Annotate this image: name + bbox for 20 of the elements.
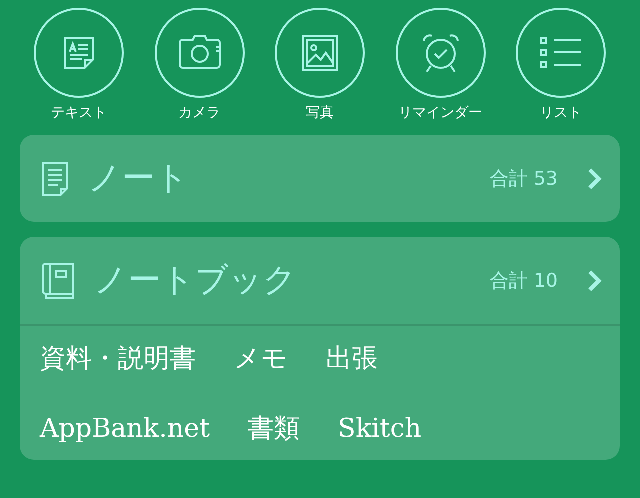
count-label: 合計 10 xyxy=(490,268,558,294)
alarm-clock-icon xyxy=(420,33,460,73)
section-title: ノートブック xyxy=(94,259,298,301)
camera-icon xyxy=(178,35,222,71)
count-label: 合計 53 xyxy=(490,166,558,192)
notebook-link[interactable]: 資料・説明書 xyxy=(40,344,196,374)
notebook-link[interactable]: メモ xyxy=(234,344,288,374)
chevron-icon xyxy=(588,168,602,190)
notebook-link[interactable]: Skitch xyxy=(338,414,422,444)
section-title: ノート xyxy=(88,157,190,199)
document-icon xyxy=(61,35,97,71)
notebook-link[interactable]: AppBank.net xyxy=(40,414,210,444)
chevron-icon xyxy=(588,270,602,292)
note-icon xyxy=(42,162,68,196)
book-icon xyxy=(42,262,74,298)
notebook-link[interactable]: 書類 xyxy=(248,414,300,444)
picture-frame-icon xyxy=(302,35,338,71)
list-icon xyxy=(540,36,582,70)
notebook-link[interactable]: 出張 xyxy=(326,344,378,374)
notes-card[interactable]: ノート 合計 53 xyxy=(20,135,620,222)
